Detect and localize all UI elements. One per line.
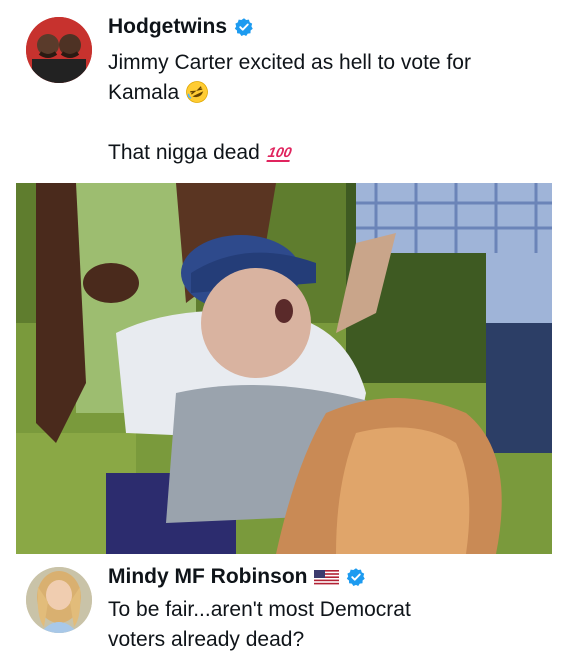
tweet-line-4: That nigga dead 100 xyxy=(108,138,471,168)
author-name[interactable]: Hodgetwins xyxy=(108,15,227,39)
avatar-hodgetwins[interactable] xyxy=(26,17,92,83)
avatar-mindy[interactable] xyxy=(26,567,92,633)
tweet-line-2: Kamala xyxy=(108,78,471,108)
us-flag-icon xyxy=(314,569,340,585)
tweet-top: Hodgetwins Jimmy Carter excited as hell … xyxy=(0,0,568,180)
tweet-bottom: Mindy MF Robinson To be fair...aren't mo… xyxy=(0,555,568,669)
rolling-on-floor-laughing-icon xyxy=(186,81,209,103)
hundred-points-icon: 100 xyxy=(266,144,293,162)
tweet-line-3 xyxy=(108,108,471,138)
media-photo xyxy=(16,183,552,554)
author-name[interactable]: Mindy MF Robinson xyxy=(108,565,307,589)
tweet-line-4-text: That nigga dead xyxy=(108,141,260,164)
tweet-line-1: To be fair...aren't most Democrat xyxy=(108,598,411,621)
tweet-text: To be fair...aren't most Democrat voters… xyxy=(108,595,411,655)
tweet-line-2-text: Kamala xyxy=(108,81,180,104)
tweet-line-2: voters already dead? xyxy=(108,628,305,651)
author-row: Mindy MF Robinson xyxy=(108,565,366,589)
avatar-image xyxy=(26,17,92,83)
verified-badge-icon xyxy=(234,18,253,36)
author-row: Hodgetwins xyxy=(108,15,254,39)
avatar-image xyxy=(26,567,92,633)
tweet-text: Jimmy Carter excited as hell to vote for… xyxy=(108,48,471,168)
tweet-media-image[interactable] xyxy=(16,183,552,554)
tweet-line-1: Jimmy Carter excited as hell to vote for xyxy=(108,51,471,74)
verified-badge-icon xyxy=(347,568,366,586)
